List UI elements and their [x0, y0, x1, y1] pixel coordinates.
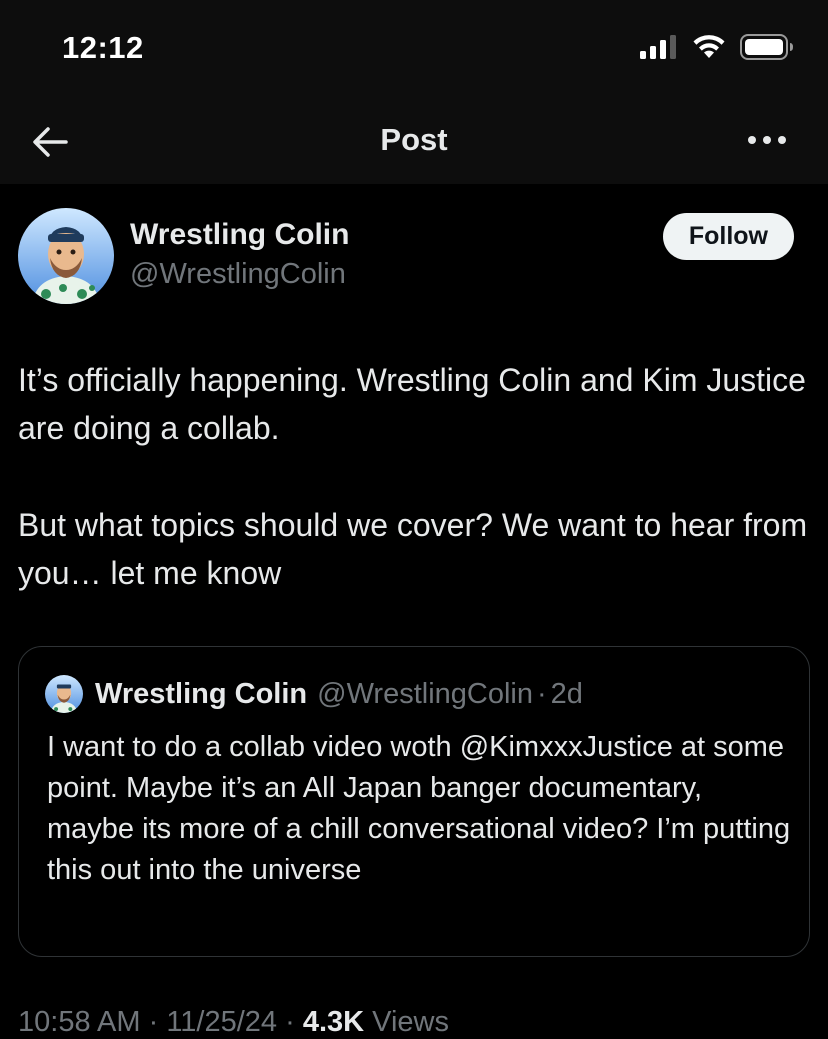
wifi-icon [693, 35, 725, 58]
status-icons [640, 34, 794, 60]
separator: · [140, 1006, 167, 1038]
author-row: Wrestling Colin @WrestlingColin Follow [0, 208, 828, 308]
separator: · [277, 1006, 303, 1038]
quoted-tweet-time: 2d [550, 677, 583, 710]
avatar [45, 675, 83, 713]
tweet-text: It’s officially happening. Wrestling Col… [18, 356, 808, 597]
nav-bar: Post [0, 100, 828, 184]
author-handle[interactable]: @WrestlingColin [130, 258, 346, 291]
cellular-signal-icon [640, 35, 676, 59]
status-time: 12:12 [62, 30, 144, 65]
quoted-tweet-card[interactable]: Wrestling Colin @WrestlingColin · 2d I w… [18, 646, 810, 957]
more-horizontal-icon[interactable] [748, 136, 786, 144]
quoted-author-name: Wrestling Colin [95, 677, 308, 710]
status-bar: 12:12 [0, 0, 828, 100]
separator: · [537, 677, 547, 710]
views-label: Views [372, 1006, 449, 1038]
tweet-paragraph: But what topics should we cover? We want… [18, 507, 808, 591]
quoted-author-handle: @WrestlingColin [317, 677, 533, 710]
views-count: 4.3K [302, 1006, 365, 1038]
follow-button[interactable]: Follow [662, 213, 794, 260]
author-name[interactable]: Wrestling Colin [130, 218, 349, 252]
tweet-date: 11/25/24 [166, 1006, 278, 1038]
quoted-tweet-header: Wrestling Colin @WrestlingColin · 2d [45, 675, 583, 713]
tweet-meta: 10:58 AM · 11/25/24 · 4.3K Views [18, 1006, 449, 1039]
quoted-tweet-text: I want to do a collab video woth @Kimxxx… [47, 731, 791, 886]
avatar[interactable] [18, 208, 114, 304]
tweet-time: 10:58 AM [18, 1006, 141, 1038]
battery-icon [740, 34, 793, 60]
page-title: Post [380, 122, 448, 157]
tweet-paragraph: It’s officially happening. Wrestling Col… [18, 362, 806, 446]
